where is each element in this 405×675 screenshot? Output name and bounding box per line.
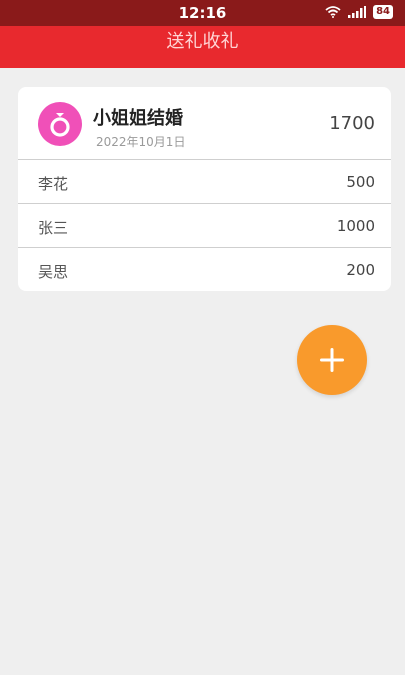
ring-icon <box>38 102 82 146</box>
battery-icon: 84 <box>373 5 393 19</box>
gift-name: 李花 <box>38 175 69 193</box>
gift-amount: 1000 <box>336 217 375 235</box>
status-icons: 84 <box>325 5 393 19</box>
signal-icon <box>348 6 367 18</box>
wifi-icon <box>325 6 341 18</box>
gift-name: 吴思 <box>38 263 69 281</box>
event-card[interactable]: 小姐姐结婚 2022年10月1日 1700 李花 500 张三 1000 吴思 … <box>18 87 391 291</box>
event-name: 小姐姐结婚 <box>93 108 183 129</box>
gift-name: 张三 <box>38 219 69 237</box>
page-title: 送礼收礼 <box>166 31 239 52</box>
gift-row[interactable]: 吴思 200 <box>18 248 391 291</box>
add-button[interactable] <box>297 325 367 395</box>
plus-icon <box>320 348 344 372</box>
event-total: 1700 <box>329 113 375 134</box>
gift-amount: 200 <box>346 261 375 279</box>
status-bar: 12:16 84 <box>0 0 405 26</box>
gift-amount: 500 <box>346 173 375 191</box>
gift-row[interactable]: 张三 1000 <box>18 204 391 248</box>
gift-row[interactable]: 李花 500 <box>18 160 391 204</box>
event-date: 2022年10月1日 <box>96 135 186 149</box>
title-bar: 送礼收礼 <box>0 26 405 68</box>
event-header[interactable]: 小姐姐结婚 2022年10月1日 1700 <box>18 87 391 160</box>
